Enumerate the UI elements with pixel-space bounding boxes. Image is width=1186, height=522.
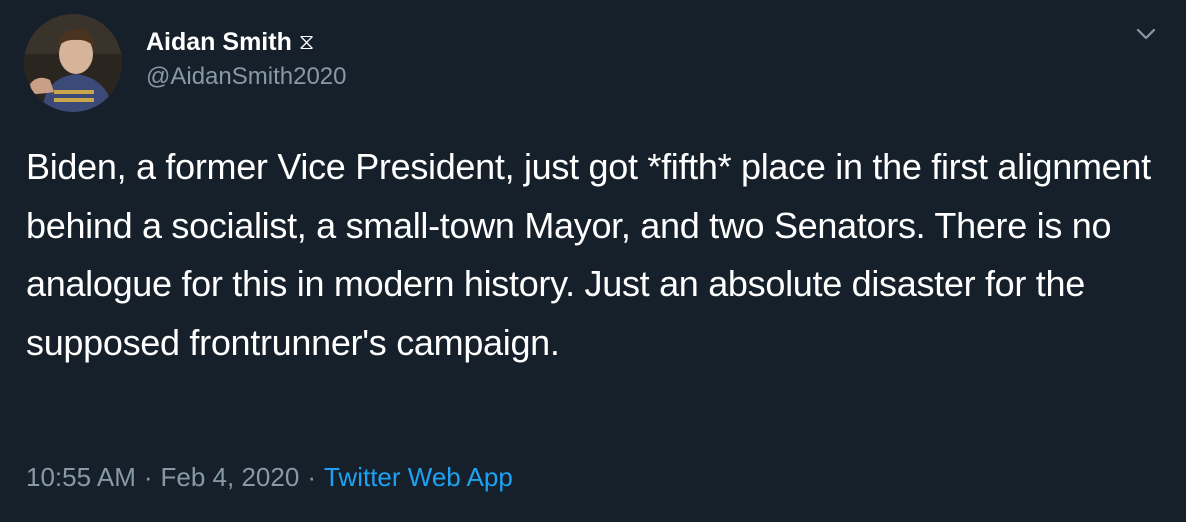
meta-separator: · [307, 462, 316, 492]
avatar[interactable] [24, 14, 122, 112]
tweet-card: Aidan Smith ⧖ @AidanSmith2020 Biden, a f… [0, 0, 1186, 522]
tweet-source-link[interactable]: Twitter Web App [324, 462, 513, 492]
author-handle[interactable]: @AidanSmith2020 [146, 63, 346, 91]
tweet-time[interactable]: 10:55 AM [26, 462, 136, 492]
author-display-name[interactable]: Aidan Smith [146, 28, 292, 57]
tweet-text: Biden, a former Vice President, just got… [26, 146, 1151, 363]
chevron-down-icon[interactable] [1132, 22, 1160, 46]
tweet-meta: 10:55 AM · Feb 4, 2020 · Twitter Web App [26, 462, 513, 493]
meta-separator: · [143, 462, 153, 492]
avatar-image [24, 14, 122, 112]
name-glyph-icon: ⧖ [298, 29, 315, 54]
author-name-row[interactable]: Aidan Smith ⧖ [146, 24, 314, 60]
tweet-date[interactable]: Feb 4, 2020 [161, 462, 300, 492]
